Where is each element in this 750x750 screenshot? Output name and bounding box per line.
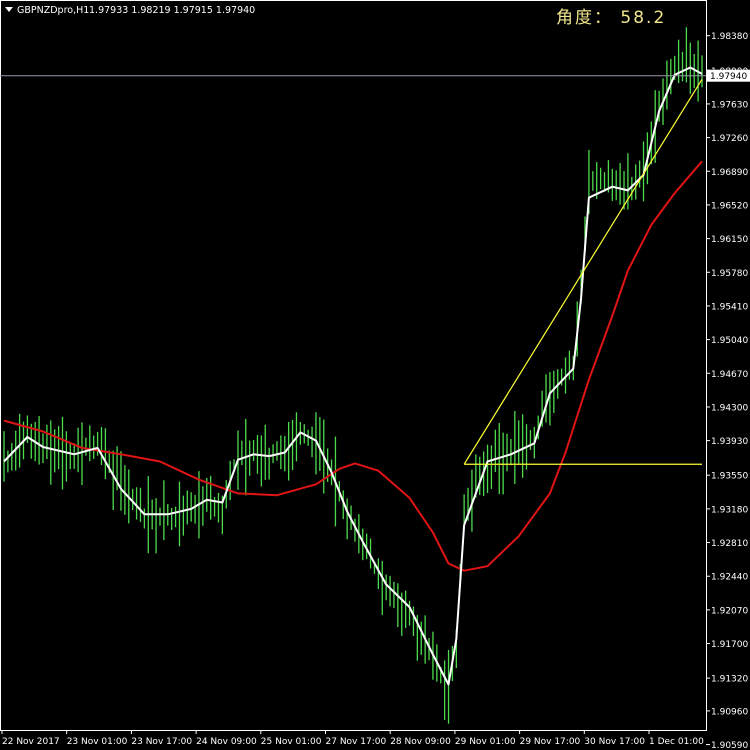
y-tick-label: 1.92070 [711,606,748,616]
y-tick-label: 1.97630 [711,100,748,110]
y-tick-label: 1.93550 [711,472,748,482]
x-tick-label: 28 Nov 09:00 [390,737,451,747]
current-price-label: 1.97940 [710,72,747,82]
y-tick-label: 1.94300 [711,403,748,413]
y-tick-label: 1.91700 [711,640,748,650]
x-tick-label: 29 Nov 01:00 [455,737,516,747]
x-tick-label: 22 Nov 2017 [2,737,60,747]
y-tick-label: 1.95410 [711,302,748,312]
y-tick-label: 1.94670 [711,370,748,380]
x-tick-label: 23 Nov 17:00 [131,737,192,747]
chart-background [0,0,750,750]
y-tick-label: 1.96150 [711,235,748,245]
angle-label: 角度： 58.2 [556,8,666,28]
price-chart[interactable]: 1.983801.980001.976301.972601.968901.965… [0,0,750,750]
x-tick-label: 1 Dec 01:00 [649,737,704,747]
y-tick-label: 1.90960 [711,707,748,717]
symbol-label: GBPNZDpro,H1 [17,5,89,16]
y-tick-label: 1.93930 [711,437,748,447]
y-tick-label: 1.95780 [711,269,748,279]
y-tick-label: 1.96520 [711,201,748,211]
x-tick-label: 25 Nov 01:00 [261,737,322,747]
y-tick-label: 1.97260 [711,134,748,144]
y-tick-label: 1.98380 [711,32,748,42]
y-tick-label: 1.90590 [711,741,748,750]
y-tick-label: 1.95040 [711,336,748,346]
x-tick-label: 23 Nov 01:00 [67,737,128,747]
y-tick-label: 1.93180 [711,505,748,515]
y-tick-label: 1.92440 [711,573,748,583]
x-tick-label: 29 Nov 17:00 [520,737,581,747]
x-tick-label: 24 Nov 09:00 [196,737,257,747]
y-tick-label: 1.91320 [711,675,748,685]
x-tick-label: 30 Nov 17:00 [584,737,645,747]
x-tick-label: 27 Nov 17:00 [326,737,387,747]
ohlc-values: 1.97933 1.98219 1.97915 1.97940 [89,5,255,16]
y-tick-label: 1.92810 [711,539,748,549]
y-tick-label: 1.96890 [711,168,748,178]
